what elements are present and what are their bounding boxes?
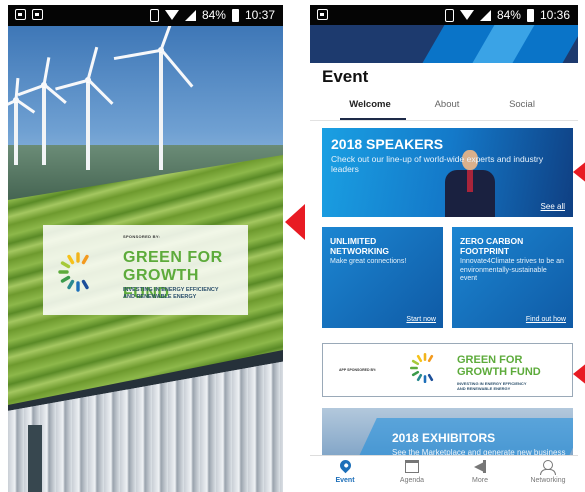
tab-about[interactable]: About bbox=[417, 99, 477, 110]
active-tab-indicator bbox=[340, 118, 406, 120]
networking-title: UNLIMITED NETWORKING bbox=[330, 236, 389, 256]
nav-agenda-label: Agenda bbox=[399, 477, 425, 484]
green-for-growth-logo-icon bbox=[409, 352, 434, 384]
vibrate-icon bbox=[149, 8, 159, 22]
sponsor-banner-subtitle: INVESTING IN ENERGY EFFICIENCY AND RENEW… bbox=[457, 381, 527, 391]
location-pin-icon bbox=[336, 457, 354, 475]
sponsor-subtitle: INVESTING IN ENERGY EFFICIENCY AND RENEW… bbox=[123, 287, 219, 301]
battery-icon bbox=[526, 8, 534, 22]
battery-icon bbox=[231, 8, 239, 22]
sponsor-banner-title-line2: GROWTH FUND bbox=[457, 366, 541, 378]
battery-percent: 84% bbox=[496, 8, 521, 22]
sponsor-card: SPONSORED BY: GREEN FOR GROWTH FUND INVE… bbox=[43, 225, 248, 315]
wifi-icon bbox=[459, 10, 474, 20]
carbon-footprint-card[interactable]: ZERO CARBON FOOTPRINT Innovate4Climate s… bbox=[452, 227, 573, 328]
sponsor-banner-title-line1: GREEN FOR bbox=[457, 354, 523, 366]
status-bar: 84% 10:36 bbox=[310, 5, 578, 25]
splash-screen: 84% 10:37 SPONSORED BY: GREEN FOR GROWTH… bbox=[8, 5, 283, 492]
speakers-title: 2018 SPEAKERS bbox=[331, 136, 444, 152]
green-for-growth-logo-icon bbox=[58, 252, 89, 292]
people-icon bbox=[539, 459, 557, 475]
sponsor-title-line1: GREEN FOR bbox=[123, 249, 223, 266]
event-screen: 84% 10:36 Event Welcome About Social 201… bbox=[310, 5, 578, 492]
building-pillar-image bbox=[28, 425, 42, 492]
signal-icon bbox=[184, 9, 196, 21]
carbon-title-line1: ZERO CARBON bbox=[460, 236, 524, 246]
nav-agenda[interactable]: Agenda bbox=[382, 459, 442, 484]
networking-title-line1: UNLIMITED bbox=[330, 236, 377, 246]
red-arrow-indicator bbox=[573, 358, 585, 390]
sponsor-subtitle-line1: INVESTING IN ENERGY EFFICIENCY bbox=[123, 287, 219, 293]
status-bar: 84% 10:37 bbox=[8, 5, 283, 26]
calendar-icon bbox=[403, 459, 421, 475]
networking-card[interactable]: UNLIMITED NETWORKING Make great connecti… bbox=[322, 227, 443, 328]
carbon-title-line2: FOOTPRINT bbox=[460, 246, 510, 256]
nav-more-label: More bbox=[472, 477, 488, 484]
signal-icon bbox=[479, 9, 491, 21]
sponsored-by-label: SPONSORED BY: bbox=[123, 234, 161, 239]
exhibitors-title: 2018 EXHIBITORS bbox=[392, 431, 496, 445]
nav-networking[interactable]: Networking bbox=[518, 459, 578, 484]
image-notification-icon bbox=[317, 9, 328, 20]
battery-percent: 84% bbox=[201, 8, 226, 22]
sponsor-banner-title: GREEN FOR GROWTH FUND bbox=[457, 354, 541, 378]
image-notification-icon bbox=[32, 9, 43, 20]
clock: 10:36 bbox=[539, 8, 570, 22]
clock: 10:37 bbox=[244, 8, 275, 22]
carbon-title: ZERO CARBON FOOTPRINT bbox=[460, 236, 523, 256]
header-banner bbox=[310, 25, 578, 63]
nav-event[interactable]: Event bbox=[315, 457, 375, 484]
wifi-icon bbox=[164, 10, 179, 20]
bottom-navigation: Event Agenda More Networking bbox=[310, 455, 578, 492]
speakers-card[interactable]: 2018 SPEAKERS Check out our line-up of w… bbox=[322, 128, 573, 217]
networking-description: Make great connections! bbox=[330, 258, 407, 265]
see-all-link[interactable]: See all bbox=[541, 202, 565, 211]
carbon-description: Innovate4Climate strives to be an enviro… bbox=[460, 258, 564, 282]
tab-bar: Welcome About Social bbox=[310, 95, 578, 121]
sponsor-subtitle-line2: AND RENEWABLE ENERGY bbox=[123, 294, 197, 300]
vibrate-icon bbox=[444, 8, 454, 22]
page-title: Event bbox=[322, 67, 369, 86]
red-arrow-indicator bbox=[573, 156, 585, 188]
find-out-how-link[interactable]: Find out how bbox=[526, 316, 566, 323]
app-sponsored-by-label: APP SPONSORED BY: bbox=[339, 368, 377, 372]
megaphone-icon bbox=[471, 459, 489, 475]
sponsor-banner[interactable]: APP SPONSORED BY: GREEN FOR GROWTH FUND bbox=[322, 343, 573, 397]
exhibitors-card[interactable]: 2018 EXHIBITORS See the Marketplace and … bbox=[322, 408, 573, 460]
nav-networking-label: Networking bbox=[530, 477, 566, 484]
start-now-link[interactable]: Start now bbox=[406, 316, 436, 323]
nav-more[interactable]: More bbox=[450, 459, 510, 484]
speakers-description: Check out our line-up of world-wide expe… bbox=[331, 154, 544, 174]
screenshot-composite: 84% 10:37 SPONSORED BY: GREEN FOR GROWTH… bbox=[0, 0, 585, 492]
tab-social[interactable]: Social bbox=[492, 99, 552, 110]
tab-welcome[interactable]: Welcome bbox=[340, 99, 400, 110]
gallery-notification-icon bbox=[15, 9, 26, 20]
networking-title-line2: NETWORKING bbox=[330, 246, 390, 256]
nav-event-label: Event bbox=[335, 477, 355, 484]
red-arrow-indicator bbox=[285, 204, 305, 240]
sponsor-banner-subtitle-line2: AND RENEWABLE ENERGY bbox=[457, 386, 511, 391]
